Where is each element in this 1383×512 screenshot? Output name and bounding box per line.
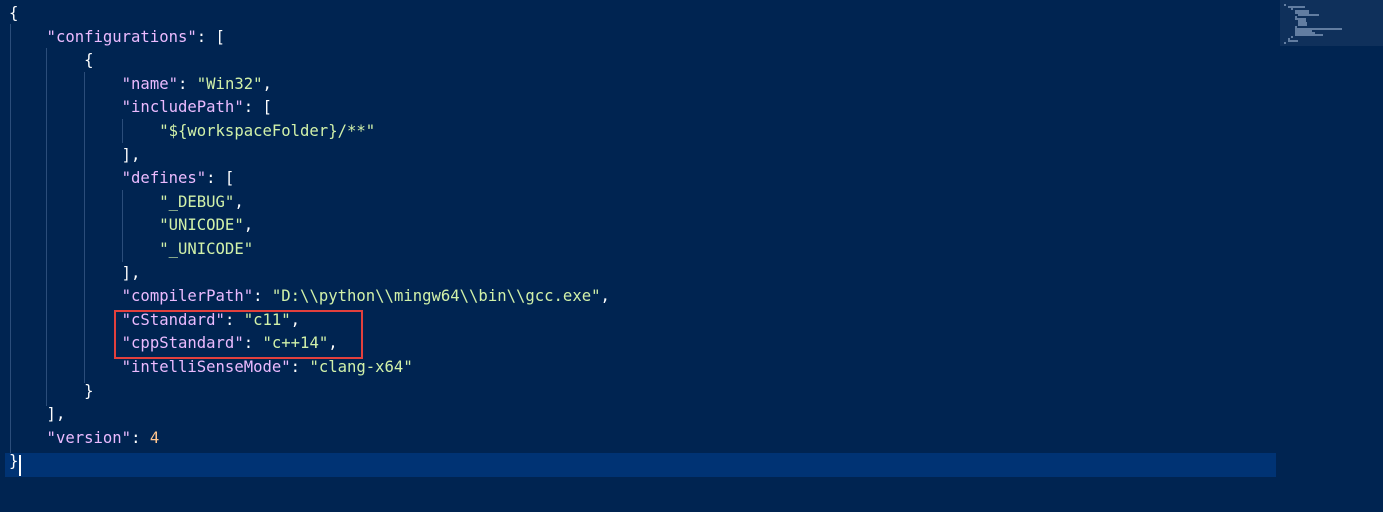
code-token-key: "version"	[9, 428, 132, 447]
code-token-punctuation: : [	[243, 98, 272, 117]
code-editor[interactable]: { "configurations": [ { "name": "Win32",…	[0, 0, 1383, 512]
code-token-punctuation: :	[290, 358, 310, 376]
code-token-punctuation: ],	[9, 145, 141, 164]
code-token-punctuation: :	[178, 74, 197, 93]
code-token-punctuation: ,	[243, 216, 254, 235]
minimap-line	[1284, 4, 1286, 6]
code-token-key: "intelliSenseMode"	[9, 358, 291, 376]
code-line[interactable]: "UNICODE",	[9, 214, 253, 238]
code-token-string: "Win32"	[196, 74, 263, 93]
code-line[interactable]: "configurations": [	[9, 26, 225, 50]
code-token-punctuation: : [	[206, 169, 235, 188]
code-token-punctuation: ,	[234, 192, 244, 211]
code-token-punctuation: {	[9, 4, 19, 22]
code-line[interactable]: "intelliSenseMode": "clang-x64"	[9, 356, 413, 380]
code-line[interactable]: "includePath": [	[9, 96, 272, 120]
code-line[interactable]: {	[9, 49, 94, 73]
minimap-line	[1291, 36, 1294, 38]
code-line[interactable]: ],	[9, 144, 141, 168]
text-cursor	[19, 455, 21, 476]
code-token-punctuation: {	[9, 51, 94, 70]
code-token-string: "${workspaceFolder}/**"	[9, 122, 376, 140]
code-token-number: 4	[149, 428, 160, 447]
minimap-line	[1298, 14, 1320, 16]
code-token-punctuation: }	[9, 381, 94, 400]
code-token-punctuation: ,	[262, 74, 272, 93]
code-token-punctuation: ,	[600, 287, 610, 306]
code-token-string: "UNICODE"	[9, 216, 244, 235]
minimap-line	[1284, 42, 1286, 44]
code-line[interactable]: {	[9, 2, 18, 26]
code-token-punctuation: :	[131, 428, 150, 447]
code-line[interactable]: ],	[9, 262, 141, 286]
code-token-punctuation: :	[253, 287, 272, 306]
code-token-string: "_UNICODE"	[9, 240, 254, 258]
minimap-line	[1287, 40, 1299, 42]
code-token-key: "defines"	[9, 169, 207, 188]
code-token-string: "D:\\python\\mingw64\\bin\\gcc.exe"	[271, 287, 601, 306]
code-line[interactable]: "_UNICODE"	[9, 238, 253, 262]
code-line[interactable]: }	[9, 450, 18, 474]
code-token-key: "compilerPath"	[9, 287, 254, 306]
code-line[interactable]: }	[9, 380, 94, 404]
code-token-key: "name"	[9, 74, 178, 93]
code-token-punctuation: ],	[9, 405, 66, 424]
code-line[interactable]: "name": "Win32",	[9, 73, 272, 97]
annotation-highlight-box	[114, 310, 363, 359]
code-token-punctuation: }	[9, 452, 19, 471]
code-token-punctuation: ],	[9, 263, 141, 282]
code-line[interactable]: "_DEBUG",	[9, 191, 244, 215]
minimap-line	[1298, 24, 1308, 26]
code-line[interactable]: ],	[9, 403, 66, 427]
minimap-line	[1287, 6, 1305, 8]
code-line[interactable]: "version": 4	[9, 427, 160, 451]
code-token-key: "includePath"	[9, 98, 244, 117]
minimap[interactable]	[1280, 0, 1383, 512]
code-line[interactable]: "${workspaceFolder}/**"	[9, 120, 375, 144]
code-token-string: "clang-x64"	[309, 358, 413, 376]
minimap-line	[1291, 8, 1294, 10]
code-token-punctuation: : [	[196, 27, 225, 46]
code-line[interactable]: "defines": [	[9, 167, 235, 191]
current-line-highlight	[5, 453, 1276, 477]
code-line[interactable]: "compilerPath": "D:\\python\\mingw64\\bi…	[9, 285, 610, 309]
minimap-line	[1294, 34, 1323, 36]
code-token-string: "_DEBUG"	[9, 192, 235, 211]
code-token-key: "configurations"	[9, 27, 197, 46]
